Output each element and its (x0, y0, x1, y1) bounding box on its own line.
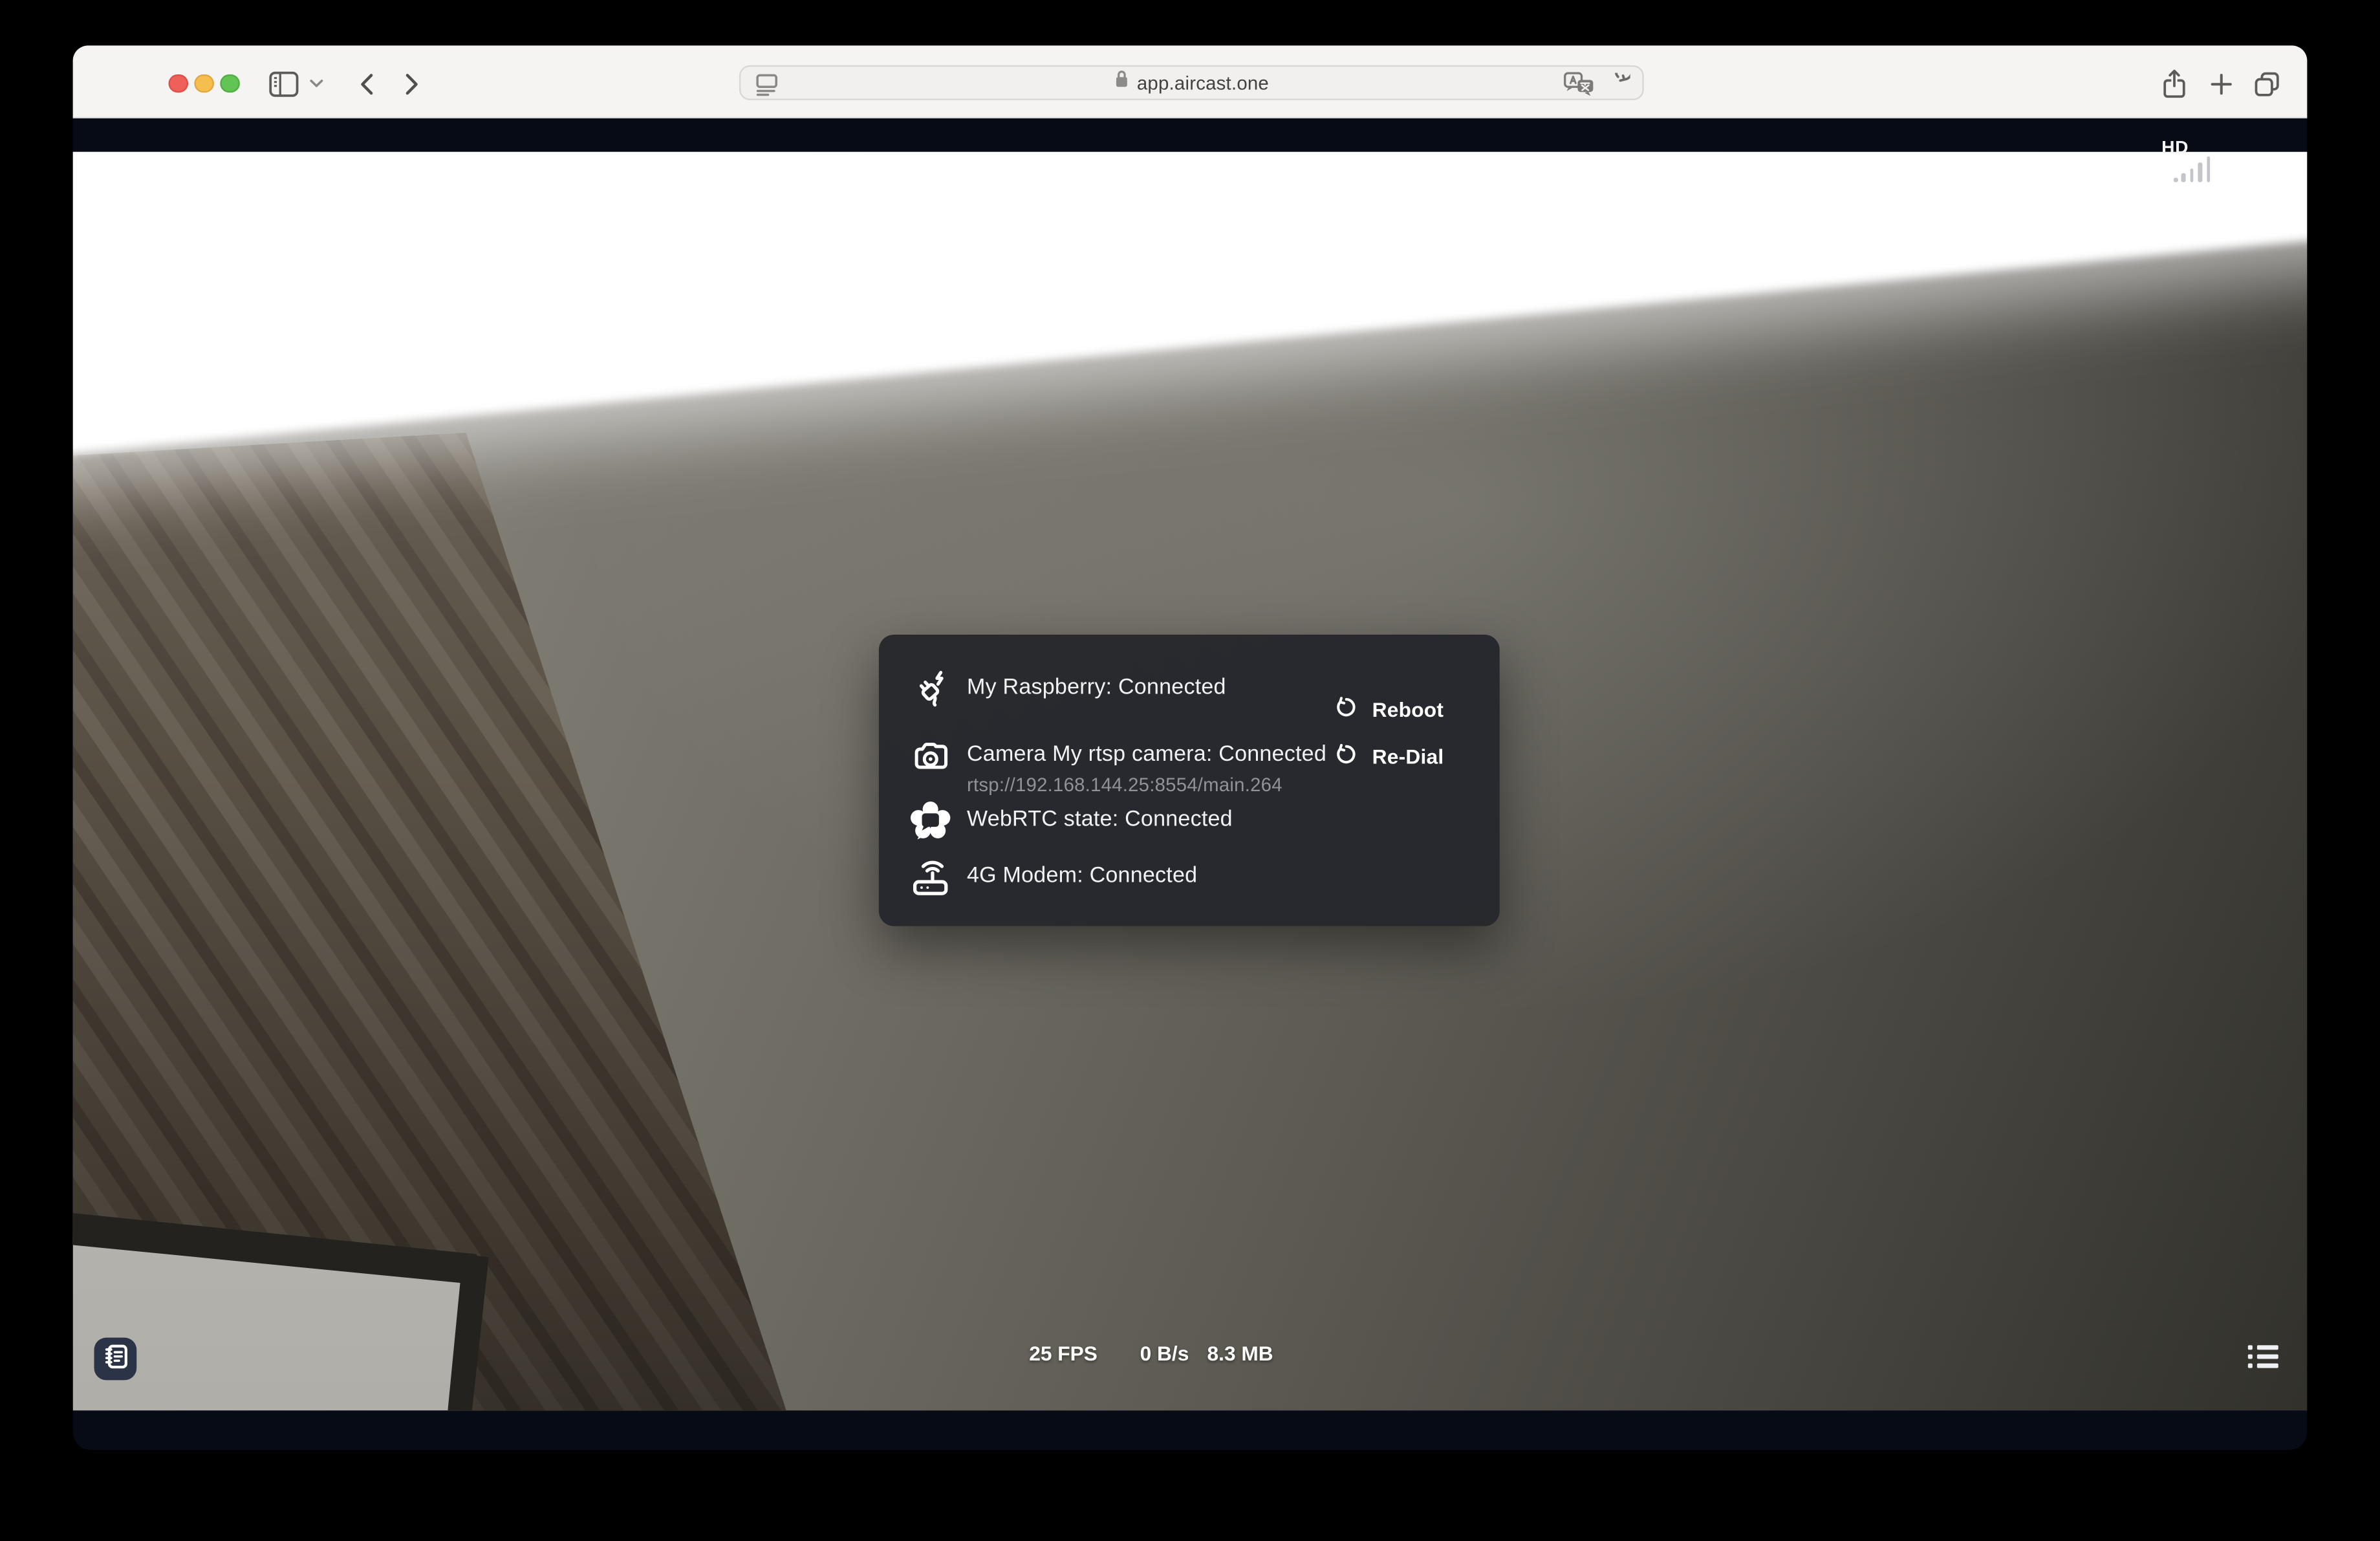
plus-icon (2209, 72, 2232, 94)
refresh-icon (1334, 743, 1359, 772)
address-bar[interactable]: app.aircast.one (739, 65, 1644, 100)
video-bright-sky (73, 152, 2308, 471)
connection-status-panel: My Raspberry: Connected Reboot (879, 635, 1500, 926)
device-list-button[interactable] (2248, 1345, 2278, 1371)
fps-value: 25 FPS (1029, 1342, 1098, 1365)
stream-stats: 25 FPS 0 B/s 8.3 MB (1029, 1342, 1273, 1365)
safari-window: app.aircast.one (73, 45, 2308, 1450)
refresh-icon (1334, 695, 1359, 725)
tab-overview-button[interactable] (2249, 67, 2283, 100)
browser-toolbar: app.aircast.one (73, 45, 2308, 118)
forward-icon (403, 72, 420, 94)
back-button[interactable] (349, 67, 383, 100)
tabs-icon (2252, 69, 2281, 98)
signal-bars-icon (2174, 155, 2213, 185)
status-row-modem: 4G Modem: Connected (879, 847, 1500, 905)
transferred-value: 8.3 MB (1207, 1342, 1273, 1365)
bitrate-value: 0 B/s (1140, 1342, 1189, 1365)
screenshot-stage: app.aircast.one (0, 0, 2380, 1541)
new-tab-button[interactable] (2204, 67, 2238, 100)
redial-button[interactable]: Re-Dial (1334, 743, 1444, 772)
redial-label: Re-Dial (1372, 745, 1444, 768)
reboot-button[interactable]: Reboot (1334, 695, 1444, 725)
notebook-icon (101, 1342, 130, 1376)
share-icon (2161, 67, 2187, 99)
reload-icon[interactable] (1606, 72, 1630, 104)
reboot-label: Reboot (1372, 699, 1444, 721)
forward-button[interactable] (395, 67, 428, 100)
status-row-raspberry: My Raspberry: Connected Reboot (879, 659, 1500, 717)
lock-icon (1114, 69, 1129, 98)
raspberry-status-label: My Raspberry: Connected (967, 675, 1226, 700)
player-page: HD (73, 118, 2308, 1448)
modem-status-label: 4G Modem: Connected (967, 864, 1197, 888)
minimize-window-button[interactable] (194, 74, 213, 93)
status-row-camera: Camera My rtsp camera: Connected rtsp://… (879, 723, 1500, 792)
webrtc-icon (909, 798, 952, 841)
page-preview-icon[interactable] (754, 71, 780, 105)
modem-4g-icon (909, 855, 952, 897)
share-button[interactable] (2157, 67, 2191, 100)
chevron-down-icon (309, 79, 323, 88)
camera-icon (909, 736, 952, 779)
back-icon (358, 72, 374, 94)
status-row-webrtc: WebRTC state: Connected (879, 791, 1500, 849)
webrtc-status-label: WebRTC state: Connected (967, 808, 1233, 833)
close-window-button[interactable] (169, 74, 188, 93)
power-plug-icon (909, 666, 952, 709)
log-button[interactable] (94, 1338, 137, 1381)
camera-status-label: Camera My rtsp camera: Connected (967, 743, 1326, 767)
sidebar-menu-button[interactable] (303, 67, 328, 100)
url-text: app.aircast.one (1137, 72, 1269, 93)
translate-icon[interactable] (1563, 71, 1595, 105)
zoom-window-button[interactable] (220, 74, 239, 93)
